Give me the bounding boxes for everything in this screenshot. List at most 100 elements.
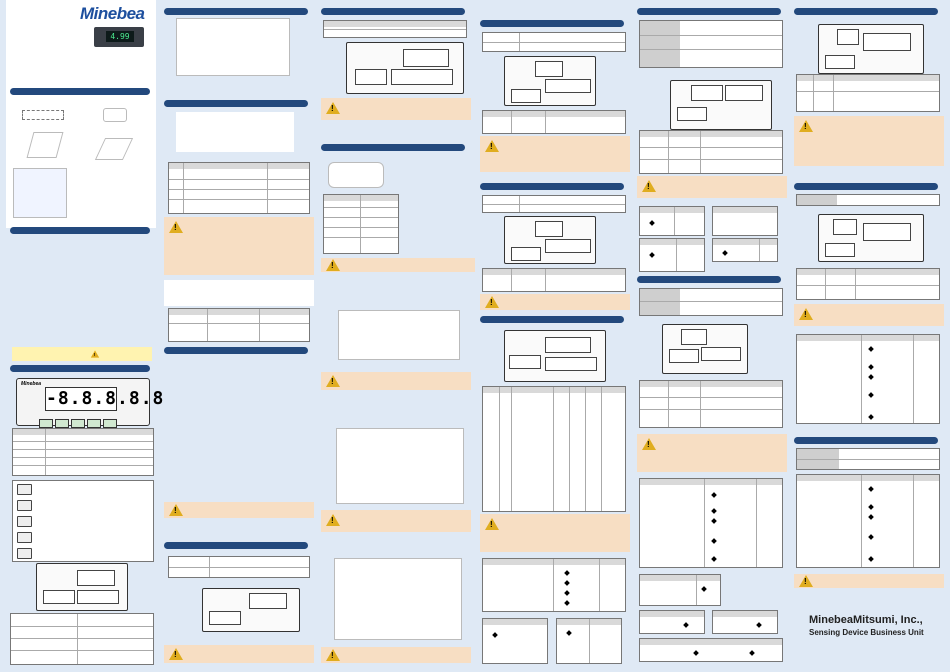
warning-triangle-icon [326,102,340,114]
bullet-diamond-icon [566,630,572,636]
warning-triangle-icon [169,648,183,660]
terminal-table [482,110,626,134]
section-header [321,8,465,15]
front-panel-table [12,428,154,476]
spec-table [796,194,940,206]
caution-box [321,98,471,120]
company-footer: MinebeaMitsumi, Inc., Sensing Device Bus… [809,614,924,637]
spec-table [323,20,467,38]
terminal-table [639,130,783,174]
section-header [164,8,308,15]
bullet-diamond-icon [868,556,874,562]
bullet-diamond-icon [564,570,570,576]
caution-box [480,514,630,552]
bullet-diamond-icon [711,538,717,544]
input-circuit-diagram [338,310,460,360]
bullet-diamond-icon [649,252,655,258]
rear-panel-diagram [346,42,464,94]
mode-table [639,478,783,568]
mode-table [796,334,940,424]
warning-triangle-icon [485,518,499,530]
warning-triangle-icon [799,575,813,587]
bullet-diamond-icon [564,600,570,606]
caution-box [164,217,314,275]
front-panel-brand: Minebea [21,381,42,387]
pin-function-table [482,386,626,512]
mode-table [482,558,626,612]
rear-panel-table [10,613,154,665]
caution-box [480,136,630,172]
bullet-diamond-icon [701,586,707,592]
spec-table [796,448,940,470]
setting-table [712,610,778,634]
bullet-diamond-icon [868,392,874,398]
warning-triangle-icon [799,120,813,132]
rear-panel-diagram [670,80,772,130]
section-header [10,227,150,234]
bullet-diamond-icon [868,364,874,370]
bullet-diamond-icon [756,622,762,628]
caution-box [794,304,944,326]
setting-table [712,238,778,262]
section-header [794,183,938,190]
caution-box [637,434,787,472]
spec-table [639,288,783,316]
meter-display: 4.99 [106,31,134,42]
front-panel-keys [39,415,131,446]
warning-triangle-icon [485,140,499,152]
bullet-diamond-icon [868,504,874,510]
division-name: Sensing Device Business Unit [809,628,924,637]
bullet-diamond-icon [868,374,874,380]
caution-box [321,647,471,663]
rear-panel-diagram [202,588,300,632]
option-table [168,556,310,578]
section-header [164,100,308,107]
cable-spec-table [168,308,310,342]
section-header [164,542,308,549]
bullet-diamond-icon [749,650,755,656]
warning-triangle-icon [326,375,340,387]
bullet-diamond-icon [868,346,874,352]
section-header [10,365,150,372]
bullet-diamond-icon [711,556,717,562]
intro-text-panel [6,236,156,344]
pin-assignment-table [323,194,399,254]
rear-panel-diagram [818,214,924,262]
bullet-diamond-icon [711,518,717,524]
setting-table [639,574,721,606]
accessory-connector-image [22,110,64,120]
caution-box [12,347,152,361]
setting-table [482,618,548,664]
mode-table [796,474,940,568]
key-icons [17,484,33,562]
company-name: MinebeaMitsumi, Inc., [809,614,923,626]
section-header [794,8,938,15]
terminal-wiring-diagram [174,357,300,497]
manual-booklet-image [13,168,67,218]
terminal-table [639,380,783,428]
setting-table [712,206,778,236]
caution-box [480,294,630,310]
warning-triangle-icon [169,504,183,516]
rear-panel-diagram [818,24,924,74]
warning-triangle-icon [326,259,340,271]
terminal-table [482,268,626,292]
bullet-diamond-icon [711,492,717,498]
setting-table [639,206,705,236]
bullet-diamond-icon [868,486,874,492]
caution-box [794,116,944,166]
bullet-diamond-icon [683,622,689,628]
bullet-diamond-icon [564,580,570,586]
rear-panel-diagram [504,56,596,106]
spec-table [639,20,783,68]
section-header [321,144,465,151]
accessory-plug-image [103,108,127,122]
section-header [794,437,938,444]
bullet-diamond-icon [868,414,874,420]
caution-box [321,258,475,272]
warning-triangle-icon [485,296,499,308]
bullet-diamond-icon [722,250,728,256]
section-header [10,88,150,95]
rear-panel-diagram [662,324,748,374]
bullet-diamond-icon [693,650,699,656]
